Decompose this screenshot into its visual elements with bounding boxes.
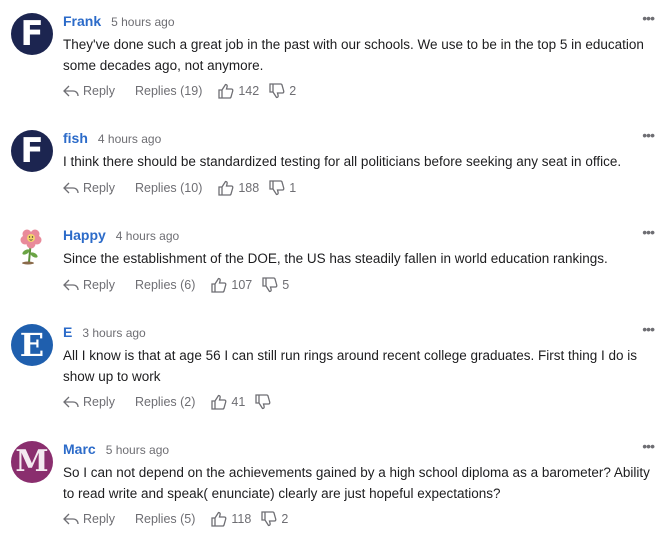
timestamp: 5 hours ago xyxy=(111,15,175,29)
flower-icon xyxy=(17,227,47,269)
upvote-button[interactable]: 107 xyxy=(211,277,252,293)
reply-label: Reply xyxy=(83,181,115,195)
avatar-letter: F xyxy=(20,131,44,171)
reply-arrow-icon xyxy=(63,85,79,97)
upvote-button[interactable]: 41 xyxy=(211,394,245,410)
avatar[interactable]: M xyxy=(11,441,53,483)
avatar-letter: E xyxy=(19,326,45,364)
more-options-icon[interactable]: ••• xyxy=(642,128,655,142)
replies-label: Replies (5) xyxy=(134,512,196,526)
comment-meta: Happy 4 hours ago xyxy=(63,227,179,245)
username[interactable]: fish xyxy=(63,130,88,146)
thumbs-up-icon xyxy=(218,180,234,196)
reply-label: Reply xyxy=(83,512,115,526)
avatar-letter: M xyxy=(15,444,49,479)
comment-actions: Reply Replies (2) 41 xyxy=(63,394,275,410)
replies-label: Replies (6) xyxy=(134,278,196,292)
thumbs-up-icon xyxy=(211,511,227,527)
timestamp: 5 hours ago xyxy=(105,443,170,457)
downvote-count: 1 xyxy=(289,181,297,195)
thumbs-up-icon xyxy=(218,83,234,99)
upvote-count: 118 xyxy=(231,512,252,526)
comment-text: Since the establishment of the DOE, the … xyxy=(63,251,608,266)
thumbs-down-icon xyxy=(261,511,277,527)
timestamp: 4 hours ago xyxy=(115,229,180,243)
reply-button[interactable]: Reply xyxy=(63,395,115,409)
avatar[interactable]: F xyxy=(11,13,53,55)
thumbs-up-icon xyxy=(211,277,227,293)
downvote-count: 2 xyxy=(289,84,297,98)
downvote-button[interactable]: 5 xyxy=(262,277,289,293)
comment-text: They've done such a great job in the pas… xyxy=(63,37,644,73)
comment-text: I think there should be standardized tes… xyxy=(63,154,622,169)
upvote-count: 107 xyxy=(231,278,253,292)
thumbs-down-icon xyxy=(269,83,285,99)
replies-button[interactable]: Replies (19) xyxy=(135,84,202,98)
reply-arrow-icon xyxy=(63,513,79,525)
comment-actions: Reply Replies (6) 107 5 xyxy=(63,277,289,293)
downvote-count: 5 xyxy=(282,278,290,292)
replies-label: Replies (19) xyxy=(134,84,203,98)
upvote-count: 142 xyxy=(238,84,260,98)
thumbs-up-icon xyxy=(211,394,227,410)
comment-actions: Reply Replies (5) 118 2 xyxy=(63,511,288,527)
replies-button[interactable]: Replies (2) xyxy=(135,395,195,409)
reply-button[interactable]: Reply xyxy=(63,512,115,526)
comment-meta: E 3 hours ago xyxy=(63,324,146,342)
reply-button[interactable]: Reply xyxy=(63,181,115,195)
downvote-button[interactable]: 2 xyxy=(261,511,288,527)
downvote-button[interactable]: 2 xyxy=(269,83,296,99)
thumbs-down-icon xyxy=(262,277,278,293)
more-options-icon[interactable]: ••• xyxy=(642,439,655,453)
more-options-icon[interactable]: ••• xyxy=(642,322,655,336)
upvote-button[interactable]: 118 xyxy=(211,511,251,527)
reply-label: Reply xyxy=(83,278,115,292)
replies-button[interactable]: Replies (10) xyxy=(135,181,202,195)
upvote-count: 41 xyxy=(231,395,246,409)
replies-label: Replies (10) xyxy=(134,181,203,195)
upvote-button[interactable]: 188 xyxy=(218,180,259,196)
downvote-button[interactable]: 1 xyxy=(269,180,296,196)
thumbs-down-icon xyxy=(255,394,271,410)
comment-meta: fish 4 hours ago xyxy=(63,130,161,148)
reply-arrow-icon xyxy=(63,396,79,408)
timestamp: 3 hours ago xyxy=(82,326,146,340)
comment-list: F Frank 5 hours ago ••• They've done suc… xyxy=(0,0,666,540)
thumbs-down-icon xyxy=(269,180,285,196)
reply-label: Reply xyxy=(83,84,115,98)
downvote-count: 2 xyxy=(281,512,289,526)
reply-label: Reply xyxy=(83,395,115,409)
avatar-letter: F xyxy=(20,14,44,54)
reply-button[interactable]: Reply xyxy=(63,84,115,98)
comment-text: All I know is that at age 56 I can still… xyxy=(63,348,638,384)
reply-arrow-icon xyxy=(63,182,79,194)
avatar[interactable]: E xyxy=(11,324,53,366)
more-options-icon[interactable]: ••• xyxy=(642,225,655,239)
username[interactable]: E xyxy=(63,324,72,340)
username[interactable]: Marc xyxy=(63,441,96,457)
reply-arrow-icon xyxy=(63,279,79,291)
downvote-button[interactable] xyxy=(255,394,275,410)
upvote-button[interactable]: 142 xyxy=(218,83,259,99)
reply-button[interactable]: Reply xyxy=(63,278,115,292)
more-options-icon[interactable]: ••• xyxy=(642,11,655,25)
comment-actions: Reply Replies (10) 188 1 xyxy=(63,180,296,196)
replies-button[interactable]: Replies (5) xyxy=(135,512,195,526)
comment-meta: Frank 5 hours ago xyxy=(63,13,175,31)
upvote-count: 188 xyxy=(238,181,260,195)
comment-text: So I can not depend on the achievements … xyxy=(63,465,650,501)
comment-meta: Marc 5 hours ago xyxy=(63,441,169,459)
username[interactable]: Happy xyxy=(63,227,106,243)
comment-actions: Reply Replies (19) 142 2 xyxy=(63,83,296,99)
username[interactable]: Frank xyxy=(63,13,101,29)
avatar[interactable]: F xyxy=(11,130,53,172)
avatar[interactable] xyxy=(11,227,53,269)
timestamp: 4 hours ago xyxy=(97,132,162,146)
replies-label: Replies (2) xyxy=(134,395,196,409)
replies-button[interactable]: Replies (6) xyxy=(135,278,195,292)
